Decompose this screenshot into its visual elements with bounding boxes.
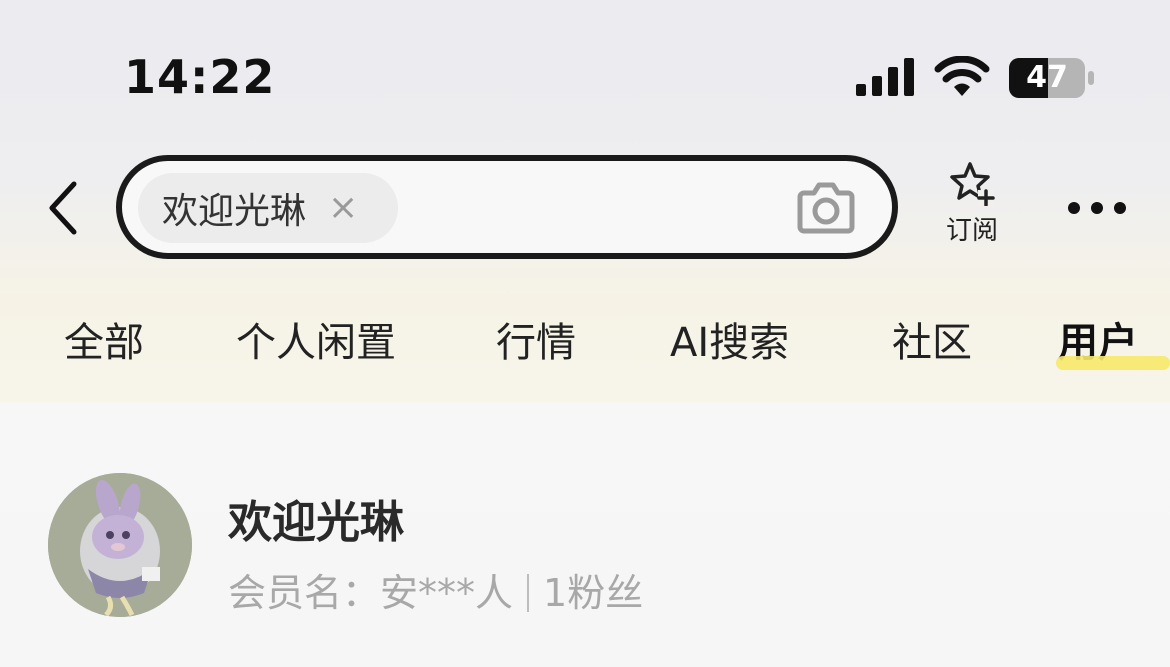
subscribe-button[interactable]: 订阅	[932, 160, 1012, 260]
back-arrow-icon[interactable]	[40, 178, 90, 238]
user-result-item[interactable]: 欢迎光琳 会员名：安***人 1粉丝	[0, 470, 1170, 620]
search-bar[interactable]: 欢迎光琳 ×	[116, 155, 898, 259]
tab-ai-search[interactable]: AI搜索	[670, 310, 789, 368]
meta-divider	[527, 574, 530, 612]
status-time: 14:22	[124, 50, 276, 104]
tab-community[interactable]: 社区	[892, 310, 972, 368]
member-prefix: 会员名：	[228, 571, 381, 615]
fan-count: 1粉丝	[543, 571, 644, 615]
user-name: 欢迎光琳	[228, 497, 404, 548]
category-tabs: 全部 个人闲置 行情 AI搜索 社区 用户	[0, 310, 1170, 380]
tab-all[interactable]: 全部	[64, 310, 144, 368]
avatar[interactable]	[48, 473, 192, 617]
more-options-icon[interactable]	[1064, 196, 1130, 220]
active-tab-indicator	[1056, 356, 1170, 370]
camera-icon[interactable]	[796, 181, 856, 235]
battery-level: 47	[1026, 60, 1068, 95]
tab-market[interactable]: 行情	[496, 310, 576, 368]
clear-search-icon[interactable]: ×	[328, 190, 358, 226]
wifi-icon	[934, 56, 990, 96]
subscribe-label: 订阅	[945, 216, 998, 246]
star-plus-icon	[950, 162, 995, 206]
search-query-text: 欢迎光琳	[162, 191, 307, 232]
tab-personal-idle[interactable]: 个人闲置	[236, 310, 396, 368]
user-meta: 会员名：安***人 1粉丝	[228, 562, 643, 617]
battery-icon: 47	[1008, 56, 1098, 100]
cellular-signal-icon	[856, 58, 914, 96]
search-query-chip[interactable]: 欢迎光琳 ×	[138, 173, 398, 243]
member-name: 安***人	[380, 571, 514, 615]
